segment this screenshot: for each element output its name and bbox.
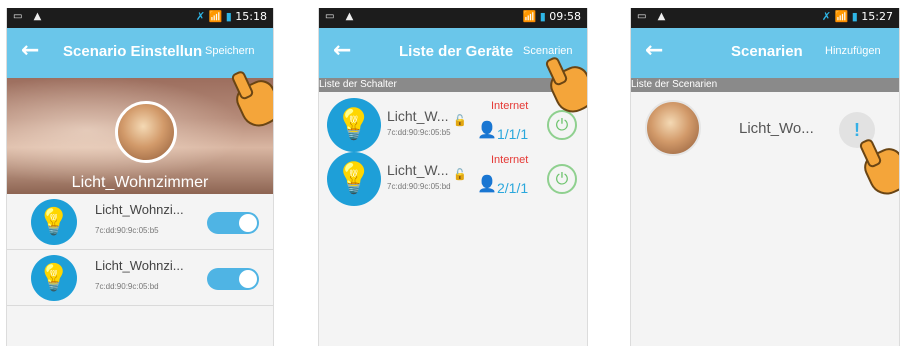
person-icon: 👤 [477, 120, 497, 139]
person-icon: 👤 [477, 174, 497, 193]
bulb-icon: 💡 [31, 255, 77, 301]
signal-icon: ✗ 📶 ▮ [821, 10, 858, 23]
power-icon[interactable]: ⏻ [547, 110, 577, 140]
app-bar: ← Liste der Geräte Scenarien [319, 28, 587, 78]
scenario-photo[interactable] [115, 101, 177, 163]
scenario-settings-screen: ▭ ▲ ✗ 📶 ▮ 15:18 ← Scenario Einstellung S… [6, 8, 274, 346]
app-bar: ← Scenario Einstellung Speichern [7, 28, 273, 78]
bulb-icon: 💡 [31, 199, 77, 245]
status-time: 09:58 [549, 10, 581, 23]
device-toggle[interactable] [207, 212, 259, 234]
pointing-hand-icon [859, 143, 899, 201]
signal-icon: ✗ 📶 ▮ [195, 10, 232, 23]
scenario-header-image: Licht_Wohnzimmer [7, 78, 273, 194]
back-arrow-icon[interactable]: ← [333, 38, 351, 63]
add-button[interactable]: Hinzufügen [825, 45, 881, 57]
page-title: Scenarien [731, 43, 803, 60]
status-left-icons: ▭ ▲ [13, 11, 46, 22]
app-bar: ← Scenarien Hinzufügen [631, 28, 899, 78]
back-arrow-icon[interactable]: ← [21, 38, 39, 63]
signal-icon: 📶 ▮ [522, 10, 546, 23]
scenario-list-screen: ▭ ▲ ✗ 📶 ▮ 15:27 ← Scenarien Hinzufügen L… [630, 8, 900, 346]
page-title: Scenario Einstellung [63, 43, 203, 60]
section-header: Liste der Scenarien [631, 78, 899, 92]
device-mac: 7c:dd:90:9c:05:b5 [387, 128, 451, 137]
scenario-photo [645, 100, 701, 156]
scenario-row[interactable]: Licht_Wo... ! [631, 94, 899, 164]
status-bar: ▭ ▲ 📶 ▮ 09:58 [319, 8, 587, 28]
device-name: Licht_W... [387, 108, 449, 124]
device-row[interactable]: 💡 Licht_W... 7c:dd:90:9c:05:bd 🔓 Interne… [319, 150, 587, 210]
status-bar: ▭ ▲ ✗ 📶 ▮ 15:18 [7, 8, 273, 28]
scenario-name: Licht_Wo... [739, 120, 814, 137]
device-name: Licht_W... [387, 162, 449, 178]
device-mac: 7c:dd:90:9c:05:bd [95, 282, 159, 291]
connection-status: Internet [491, 154, 529, 166]
device-name: Licht_Wohnzi... [95, 202, 184, 217]
device-row[interactable]: 💡 Licht_Wohnzi... 7c:dd:90:9c:05:bd [7, 250, 273, 306]
device-mac: 7c:dd:90:9c:05:b5 [95, 226, 159, 235]
lock-icon: 🔓 [453, 114, 467, 127]
device-count: 1/1/1 [497, 126, 529, 142]
status-left-icons: ▭ ▲ [325, 11, 358, 22]
connection-status: Internet [491, 100, 529, 112]
status-time: 15:18 [235, 10, 267, 23]
bulb-icon: 💡 [327, 98, 381, 152]
device-list-screen: ▭ ▲ 📶 ▮ 09:58 ← Liste der Geräte Scenari… [318, 8, 588, 346]
status-left-icons: ▭ ▲ [637, 11, 670, 22]
device-row[interactable]: 💡 Licht_Wohnzi... 7c:dd:90:9c:05:b5 [7, 194, 273, 250]
device-mac: 7c:dd:90:9c:05:bd [387, 182, 451, 191]
device-count: 2/1/1 [497, 180, 529, 196]
power-icon[interactable]: ⏻ [547, 164, 577, 194]
status-time: 15:27 [861, 10, 893, 23]
bulb-icon: 💡 [327, 152, 381, 206]
save-button[interactable]: Speichern [205, 45, 255, 57]
scenario-name: Licht_Wohnzimmer [71, 174, 209, 191]
back-arrow-icon[interactable]: ← [645, 38, 663, 63]
device-name: Licht_Wohnzi... [95, 258, 184, 273]
status-bar: ▭ ▲ ✗ 📶 ▮ 15:27 [631, 8, 899, 28]
device-row[interactable]: 💡 Licht_W... 7c:dd:90:9c:05:b5 🔓 Interne… [319, 96, 587, 156]
scenarios-button[interactable]: Scenarien [523, 45, 573, 57]
lock-icon: 🔓 [453, 168, 467, 181]
section-header: Liste der Schalter [319, 78, 587, 92]
page-title: Liste der Geräte [399, 43, 514, 60]
device-toggle[interactable] [207, 268, 259, 290]
